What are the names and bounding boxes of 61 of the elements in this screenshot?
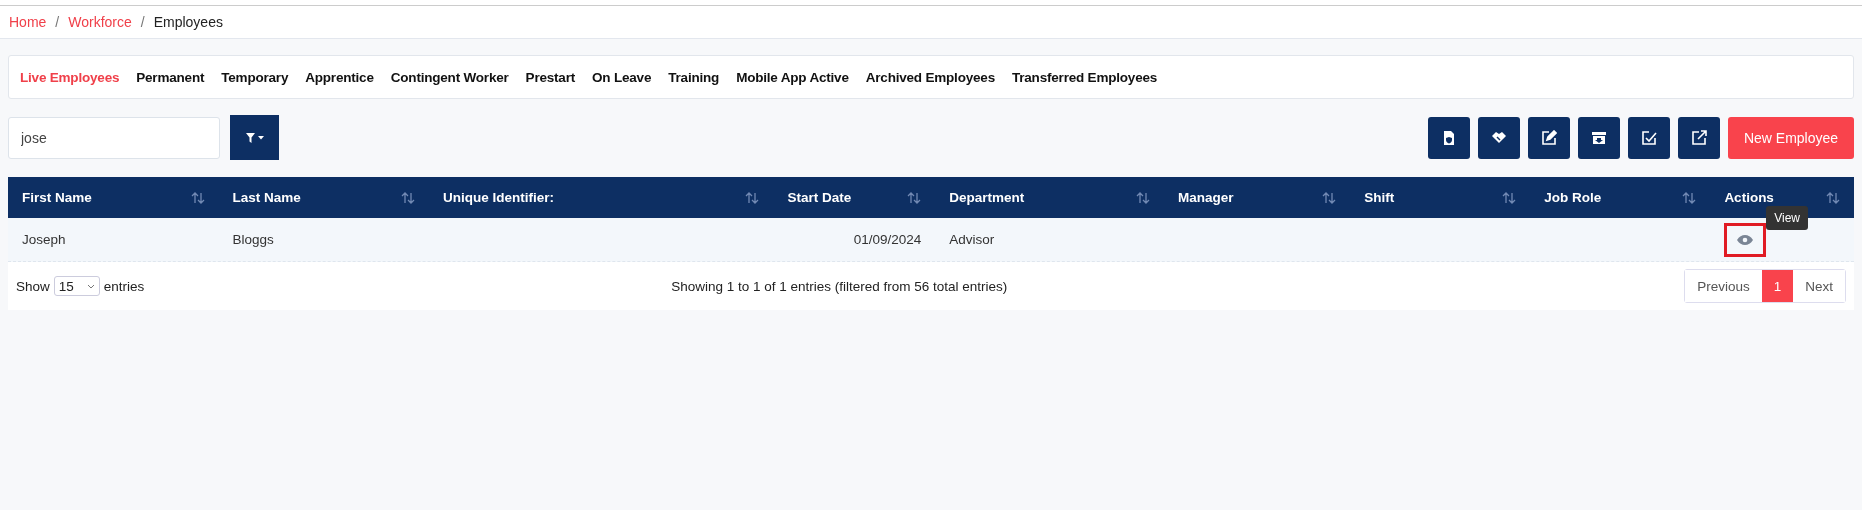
sort-icon[interactable] <box>401 191 416 204</box>
export-icon <box>1691 129 1707 146</box>
export-button[interactable] <box>1678 116 1720 159</box>
archive-icon <box>1591 129 1607 146</box>
tab[interactable]: Transferred Employees <box>1011 69 1158 85</box>
table-info: Showing 1 to 1 of 1 entries (filtered from 56 total entries) <box>670 278 1009 294</box>
sort-icon[interactable] <box>1682 191 1697 204</box>
sort-icon[interactable] <box>1322 191 1337 204</box>
tab[interactable]: Permanent <box>136 69 205 85</box>
column-header[interactable]: Manager <box>1178 190 1234 205</box>
sort-icon[interactable] <box>1502 191 1517 204</box>
column-header[interactable]: Start Date <box>787 190 852 205</box>
column-header[interactable]: Actions <box>1724 190 1774 205</box>
edit-button[interactable] <box>1528 116 1570 159</box>
sort-icon[interactable] <box>190 191 205 204</box>
edit-icon <box>1541 129 1557 146</box>
sort-icon[interactable] <box>907 191 922 204</box>
document-icon <box>1441 129 1457 146</box>
check-icon <box>1641 129 1657 146</box>
column-header[interactable]: Shift <box>1364 190 1395 205</box>
sort-icon[interactable] <box>1825 191 1840 204</box>
filter-button[interactable] <box>230 115 279 160</box>
tab[interactable]: Temporary <box>221 69 289 85</box>
tab[interactable]: Live Employees <box>20 69 120 85</box>
tab[interactable]: Prestart <box>525 69 576 85</box>
tooltip: View <box>1766 206 1808 230</box>
view-button[interactable] <box>1724 222 1767 257</box>
table-cell: Joseph <box>22 232 66 247</box>
breadcrumb-link[interactable]: Home <box>9 14 47 30</box>
archive-button[interactable] <box>1578 116 1620 159</box>
search-field[interactable]: jose <box>8 116 220 159</box>
column-header[interactable]: Job Role <box>1544 190 1602 205</box>
tab[interactable]: Contingent Worker <box>390 69 509 85</box>
document-button[interactable] <box>1428 116 1470 159</box>
tab[interactable]: Archived Employees <box>865 69 995 85</box>
check-button[interactable] <box>1628 116 1670 159</box>
column-header[interactable]: First Name <box>22 190 92 205</box>
new-employee-button[interactable]: New Employee <box>1728 116 1854 159</box>
tab[interactable]: Apprentice <box>305 69 374 85</box>
column-header[interactable]: Department <box>949 190 1025 205</box>
chevron-down-icon <box>86 283 95 289</box>
show-label: Show <box>16 278 50 294</box>
page-button[interactable]: 1 <box>1761 270 1794 302</box>
filter-icon <box>245 132 264 143</box>
table-cell: Bloggs <box>232 232 274 247</box>
eye-icon <box>1737 234 1754 245</box>
entries-label: entries <box>103 278 145 294</box>
sort-icon[interactable] <box>745 191 760 204</box>
breadcrumb-separator: / <box>55 14 60 30</box>
tab[interactable]: On Leave <box>592 69 652 85</box>
breadcrumb-current: Employees <box>153 14 223 30</box>
column-header[interactable]: Last Name <box>232 190 301 205</box>
tab[interactable]: Training <box>668 69 720 85</box>
tab[interactable]: Mobile App Active <box>736 69 849 85</box>
table-cell: Advisor <box>949 232 995 247</box>
page-size-select[interactable]: 15 <box>53 276 100 296</box>
sort-icon[interactable] <box>1136 191 1150 204</box>
breadcrumb-link[interactable]: Workforce <box>68 14 132 30</box>
column-header[interactable]: Unique Identifier: <box>443 190 555 205</box>
breadcrumb-separator: / <box>140 14 145 30</box>
table-cell: 01/09/2024 <box>853 232 922 247</box>
